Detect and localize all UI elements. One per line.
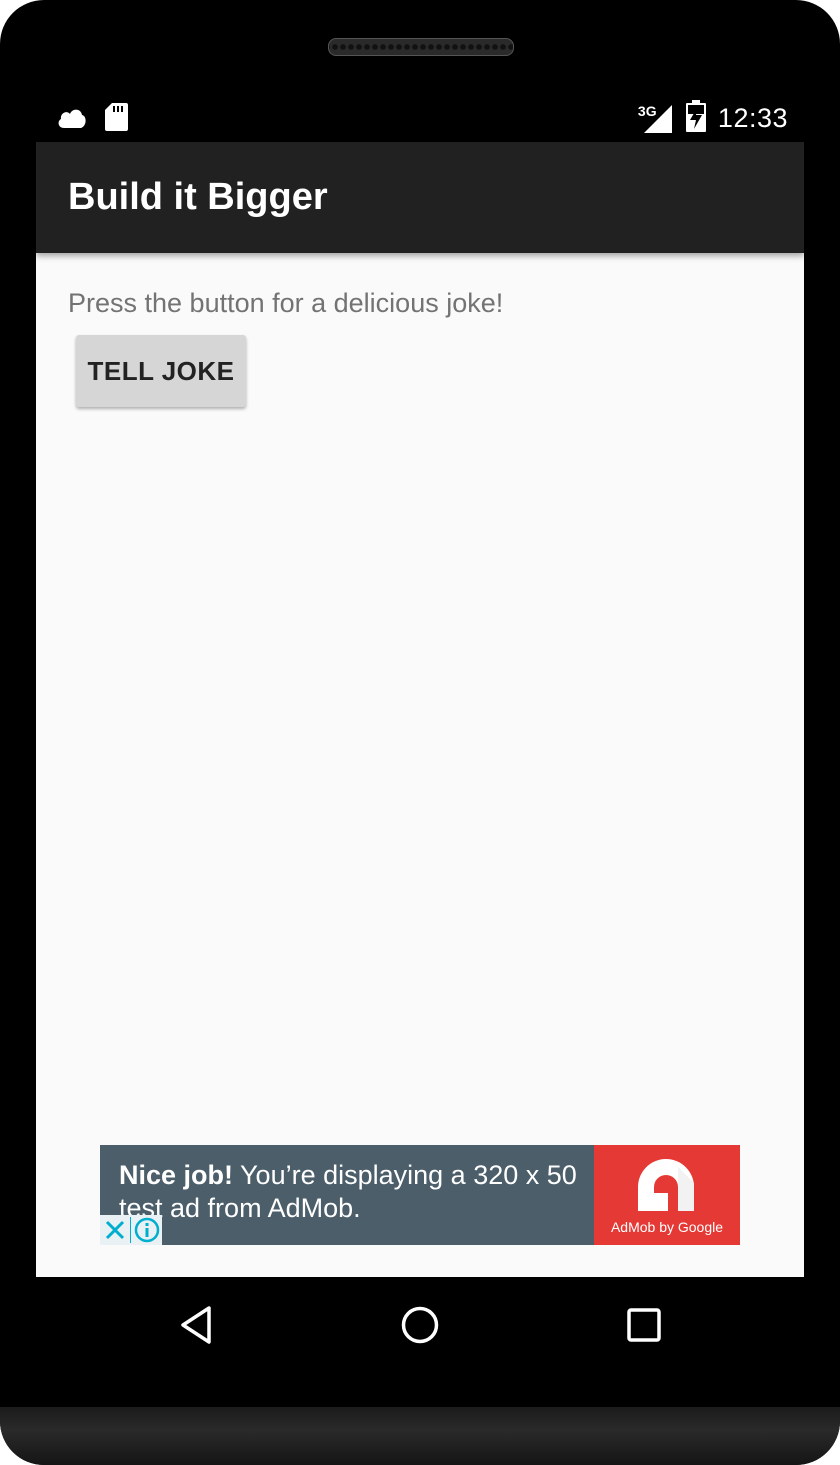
- navigation-bar: [36, 1277, 804, 1377]
- admob-logo: AdMob by Google: [594, 1145, 740, 1245]
- ad-banner[interactable]: Nice job! You’re displaying a 320 x 50 t…: [100, 1145, 740, 1245]
- system-status: 3G 12:33: [638, 100, 788, 137]
- tell-joke-button[interactable]: TELL JOKE: [76, 335, 246, 407]
- close-ad-icon[interactable]: [100, 1215, 130, 1245]
- device-chin: [0, 1407, 840, 1465]
- ad-choices: [100, 1215, 162, 1245]
- device-frame: 3G 12:33 Build it Bigger Press the butto…: [0, 0, 840, 1465]
- signal-icon: 3G: [638, 103, 674, 135]
- app-toolbar: Build it Bigger: [36, 142, 804, 253]
- instructions-text: Press the button for a delicious joke!: [68, 288, 504, 318]
- ad-brand: AdMob by Google: [610, 1219, 724, 1235]
- home-button[interactable]: [398, 1305, 442, 1349]
- app-title: Build it Bigger: [68, 176, 328, 218]
- back-button[interactable]: [174, 1305, 218, 1349]
- earpiece-speaker: [328, 38, 514, 56]
- battery-charging-icon: [685, 100, 706, 137]
- ad-info-icon[interactable]: [131, 1215, 162, 1245]
- home-icon: [400, 1305, 440, 1350]
- recents-icon: [626, 1307, 662, 1348]
- ad-text: Nice job! You’re displaying a 320 x 50 t…: [119, 1159, 589, 1225]
- recents-button[interactable]: [622, 1305, 666, 1349]
- ad-headline: Nice job!: [119, 1160, 234, 1190]
- status-bar: 3G 12:33: [36, 92, 804, 142]
- cloud-icon: [56, 104, 88, 135]
- app-window: Build it Bigger Press the button for a d…: [36, 142, 804, 1277]
- back-icon: [178, 1305, 214, 1350]
- sd-card-icon: [104, 102, 128, 137]
- clock: 12:33: [717, 103, 788, 133]
- notification-icons: [56, 102, 128, 137]
